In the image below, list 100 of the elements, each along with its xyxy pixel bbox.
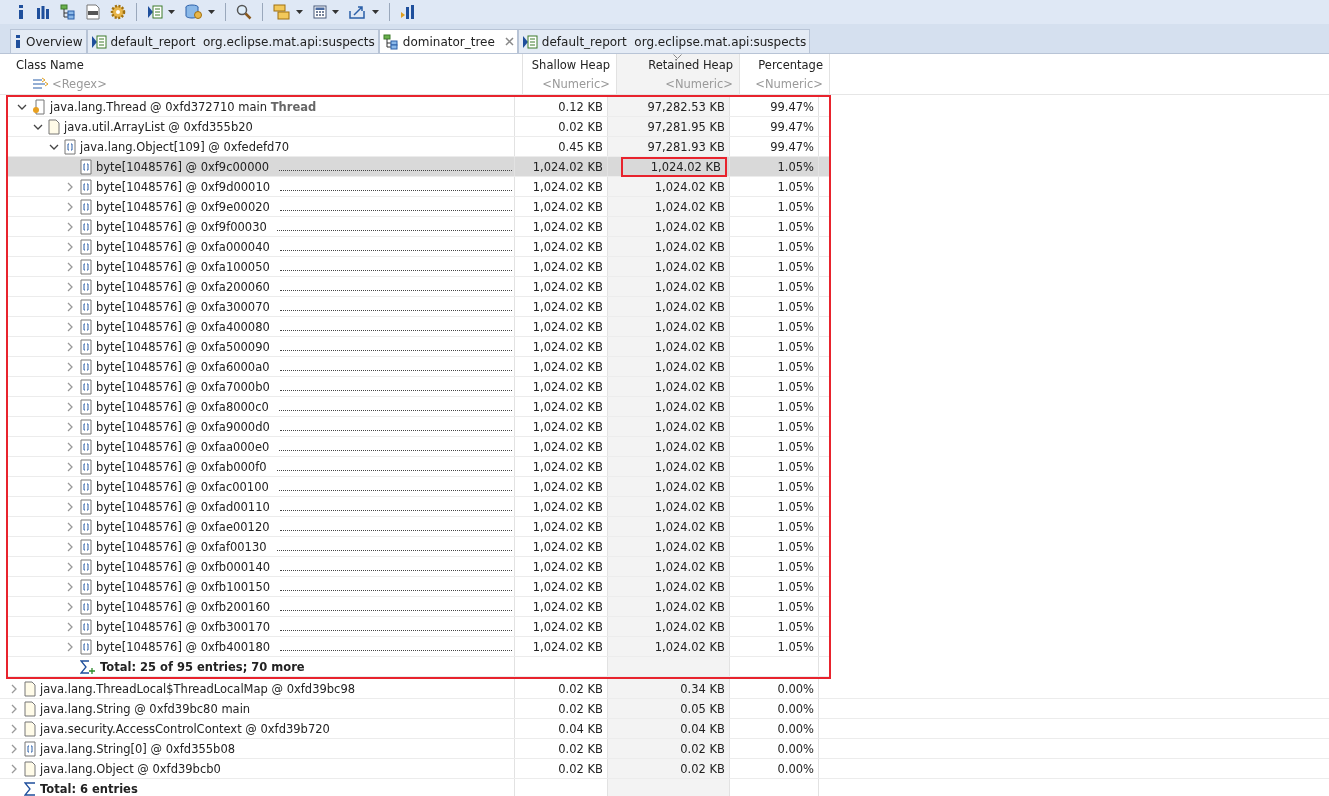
tree-row[interactable]: java.util.ArrayList @ 0xfd355b20 0.02 KB 97,281.95 KB 99.47% <box>8 117 829 137</box>
tree-row[interactable]: byte[1048576] @ 0xf9f00030 1,024.02 KB 1,024.02 KB 1.05% <box>8 217 829 237</box>
column-header[interactable]: Class Name <box>0 54 523 76</box>
percentage-value: 1.05% <box>777 159 814 174</box>
retained-heap-value: 1,024.02 KB <box>654 419 725 434</box>
tree-row[interactable]: byte[1048576] @ 0xfb400180 1,024.02 KB 1,024.02 KB 1.05% <box>8 637 829 657</box>
shallow-heap-value: 0.45 KB <box>558 139 603 154</box>
percentage-value: 1.05% <box>777 179 814 194</box>
tree-row[interactable]: java.security.AccessControlContext @ 0xfd39b720 0.04 KB 0.04 KB 0.00% <box>0 719 1329 739</box>
class-name: byte[1048576] @ 0xfa500090 <box>96 339 270 354</box>
percentage-value: 1.05% <box>777 599 814 614</box>
class-name: byte[1048576] @ 0xf9c00000 <box>96 159 270 174</box>
shallow-heap-value: 1,024.02 KB <box>532 559 603 574</box>
retained-heap-value: 1,024.02 KB <box>654 199 725 214</box>
shallow-heap-value: 1,024.02 KB <box>532 399 603 414</box>
tree-row[interactable]: byte[1048576] @ 0xf9d00010 1,024.02 KB 1,024.02 KB 1.05% <box>8 177 829 197</box>
tree-row[interactable]: byte[1048576] @ 0xfa500090 1,024.02 KB 1,024.02 KB 1.05% <box>8 337 829 357</box>
tree-row[interactable]: byte[1048576] @ 0xfb200160 1,024.02 KB 1,024.02 KB 1.05% <box>8 597 829 617</box>
retained-heap-value: 0.05 KB <box>680 701 725 716</box>
class-name: java.lang.String @ 0xfd39bc80 main <box>40 701 251 716</box>
retained-heap-value: 97,281.93 KB <box>647 139 725 154</box>
tree-row[interactable]: java.lang.ThreadLocal$ThreadLocalMap @ 0xfd39bc98 0.02 KB 0.34 KB 0.00% <box>0 679 1329 699</box>
tree-row[interactable]: byte[1048576] @ 0xfaf00130 1,024.02 KB 1,024.02 KB 1.05% <box>8 537 829 557</box>
tree-row[interactable]: byte[1048576] @ 0xfab000f0 1,024.02 KB 1,024.02 KB 1.05% <box>8 457 829 477</box>
tree-row[interactable]: byte[1048576] @ 0xfa7000b0 1,024.02 KB 1,024.02 KB 1.05% <box>8 377 829 397</box>
tree-row[interactable]: byte[1048576] @ 0xfb000140 1,024.02 KB 1,024.02 KB 1.05% <box>8 557 829 577</box>
shallow-heap-value: 1,024.02 KB <box>532 479 603 494</box>
class-name: byte[1048576] @ 0xf9d00010 <box>96 179 271 194</box>
editor-tab[interactable]: default_report org.eclipse.mat.api:suspects <box>517 29 811 53</box>
percentage-value: 1.05% <box>777 319 814 334</box>
tree-row[interactable]: byte[1048576] @ 0xfa9000d0 1,024.02 KB 1,024.02 KB 1.05% <box>8 417 829 437</box>
retained-heap-value: 1,024.02 KB <box>654 579 725 594</box>
retained-heap-value: 1,024.02 KB <box>654 219 725 234</box>
editor-tab[interactable]: Overview <box>10 29 87 53</box>
shallow-heap-value: 1,024.02 KB <box>532 219 603 234</box>
tree-row[interactable]: byte[1048576] @ 0xfaa000e0 1,024.02 KB 1,024.02 KB 1.05% <box>8 437 829 457</box>
class-name: byte[1048576] @ 0xfa400080 <box>96 319 270 334</box>
percentage-value: 1.05% <box>777 239 814 254</box>
tree-row[interactable]: byte[1048576] @ 0xfa300070 1,024.02 KB 1,024.02 KB 1.05% <box>8 297 829 317</box>
column-header[interactable]: Percentage <box>740 54 830 76</box>
retained-heap-value: 1,024.02 KB <box>654 339 725 354</box>
tree-row[interactable]: byte[1048576] @ 0xfad00110 1,024.02 KB 1,024.02 KB 1.05% <box>8 497 829 517</box>
tree-row[interactable]: byte[1048576] @ 0xfa6000a0 1,024.02 KB 1,024.02 KB 1.05% <box>8 357 829 377</box>
percentage-value: 1.05% <box>777 559 814 574</box>
percentage-value: 0.00% <box>777 701 814 716</box>
class-name: byte[1048576] @ 0xfad00110 <box>96 499 270 514</box>
percentage-value: 0.00% <box>777 681 814 696</box>
tree-row[interactable]: byte[1048576] @ 0xfa100050 1,024.02 KB 1,024.02 KB 1.05% <box>8 257 829 277</box>
shallow-heap-value: 1,024.02 KB <box>532 239 603 254</box>
retained-heap-value: 0.34 KB <box>680 681 725 696</box>
retained-heap-value: 1,024.02 KB <box>654 379 725 394</box>
shallow-heap-value: 0.02 KB <box>558 119 603 134</box>
shallow-heap-value: 1,024.02 KB <box>532 459 603 474</box>
column-header[interactable]: Retained Heap <box>617 54 740 76</box>
tree-row[interactable]: byte[1048576] @ 0xfae00120 1,024.02 KB 1,024.02 KB 1.05% <box>8 517 829 537</box>
class-name: java.lang.Object @ 0xfd39bcb0 <box>40 761 221 776</box>
editor-tab[interactable]: dominator_tree <box>378 29 518 53</box>
editor-tab[interactable]: default_report org.eclipse.mat.api:suspects <box>86 29 379 53</box>
retained-heap-value: 97,281.95 KB <box>647 119 725 134</box>
percentage-value: 1.05% <box>777 259 814 274</box>
retained-heap-value: 1,024.02 KB <box>654 439 725 454</box>
tree-row[interactable]: byte[1048576] @ 0xfb300170 1,024.02 KB 1,024.02 KB 1.05% <box>8 617 829 637</box>
retained-heap-value: 0.02 KB <box>680 761 725 776</box>
class-name: byte[1048576] @ 0xfa200060 <box>96 279 270 294</box>
shallow-heap-value: 0.12 KB <box>558 99 603 114</box>
class-name: byte[1048576] @ 0xfa300070 <box>96 299 270 314</box>
retained-heap-value: 1,024.02 KB <box>654 399 725 414</box>
shallow-heap-value: 1,024.02 KB <box>532 439 603 454</box>
tree-row[interactable]: java.lang.Object @ 0xfd39bcb0 0.02 KB 0.02 KB 0.00% <box>0 759 1329 779</box>
percentage-value: 99.47% <box>770 99 814 114</box>
shallow-heap-value: 0.02 KB <box>558 681 603 696</box>
tree-row[interactable]: java.lang.String[0] @ 0xfd355b08 0.02 KB 0.02 KB 0.00% <box>0 739 1329 759</box>
retained-heap-value: 1,024.02 KB <box>654 559 725 574</box>
tree-row[interactable]: java.lang.Thread @ 0xfd372710 main Thread 0.12 KB 97,282.53 KB 99.47% <box>8 97 829 117</box>
retained-heap-value: 1,024.02 KB <box>654 479 725 494</box>
total-row[interactable]: Total: 6 entries <box>0 779 1329 796</box>
tree-row[interactable]: byte[1048576] @ 0xf9c00000 1,024.02 KB 1,024.02 KB 1.05% <box>8 157 829 177</box>
tree-row[interactable]: byte[1048576] @ 0xfa200060 1,024.02 KB 1,024.02 KB 1.05% <box>8 277 829 297</box>
class-name: byte[1048576] @ 0xfb300170 <box>96 619 271 634</box>
percentage-value: 1.05% <box>777 519 814 534</box>
percentage-value: 99.47% <box>770 139 814 154</box>
percentage-value: 1.05% <box>777 219 814 234</box>
tree-row[interactable]: byte[1048576] @ 0xfb100150 1,024.02 KB 1,024.02 KB 1.05% <box>8 577 829 597</box>
tree-row[interactable]: byte[1048576] @ 0xfa000040 1,024.02 KB 1,024.02 KB 1.05% <box>8 237 829 257</box>
percentage-value: 1.05% <box>777 479 814 494</box>
tree-row[interactable]: byte[1048576] @ 0xfa400080 1,024.02 KB 1,024.02 KB 1.05% <box>8 317 829 337</box>
percentage-value: 1.05% <box>777 619 814 634</box>
class-name: java.lang.ThreadLocal$ThreadLocalMap @ 0xfd39bc98 <box>40 681 356 696</box>
retained-heap-value: 0.02 KB <box>680 741 725 756</box>
tree-row[interactable]: byte[1048576] @ 0xfac00100 1,024.02 KB 1,024.02 KB 1.05% <box>8 477 829 497</box>
total-row[interactable]: Total: 25 of 95 entries; 70 more <box>8 657 829 677</box>
shallow-heap-value: 0.02 KB <box>558 761 603 776</box>
tree-row[interactable]: byte[1048576] @ 0xf9e00020 1,024.02 KB 1,024.02 KB 1.05% <box>8 197 829 217</box>
class-name: byte[1048576] @ 0xfa000040 <box>96 239 270 254</box>
retained-heap-value: 97,282.53 KB <box>647 99 725 114</box>
tree-row[interactable]: byte[1048576] @ 0xfa8000c0 1,024.02 KB 1,024.02 KB 1.05% <box>8 397 829 417</box>
percentage-value: 99.47% <box>770 119 814 134</box>
shallow-heap-value: 1,024.02 KB <box>532 199 603 214</box>
class-name: byte[1048576] @ 0xfb400180 <box>96 639 271 654</box>
tree-row[interactable]: java.lang.String @ 0xfd39bc80 main 0.02 KB 0.05 KB 0.00% <box>0 699 1329 719</box>
